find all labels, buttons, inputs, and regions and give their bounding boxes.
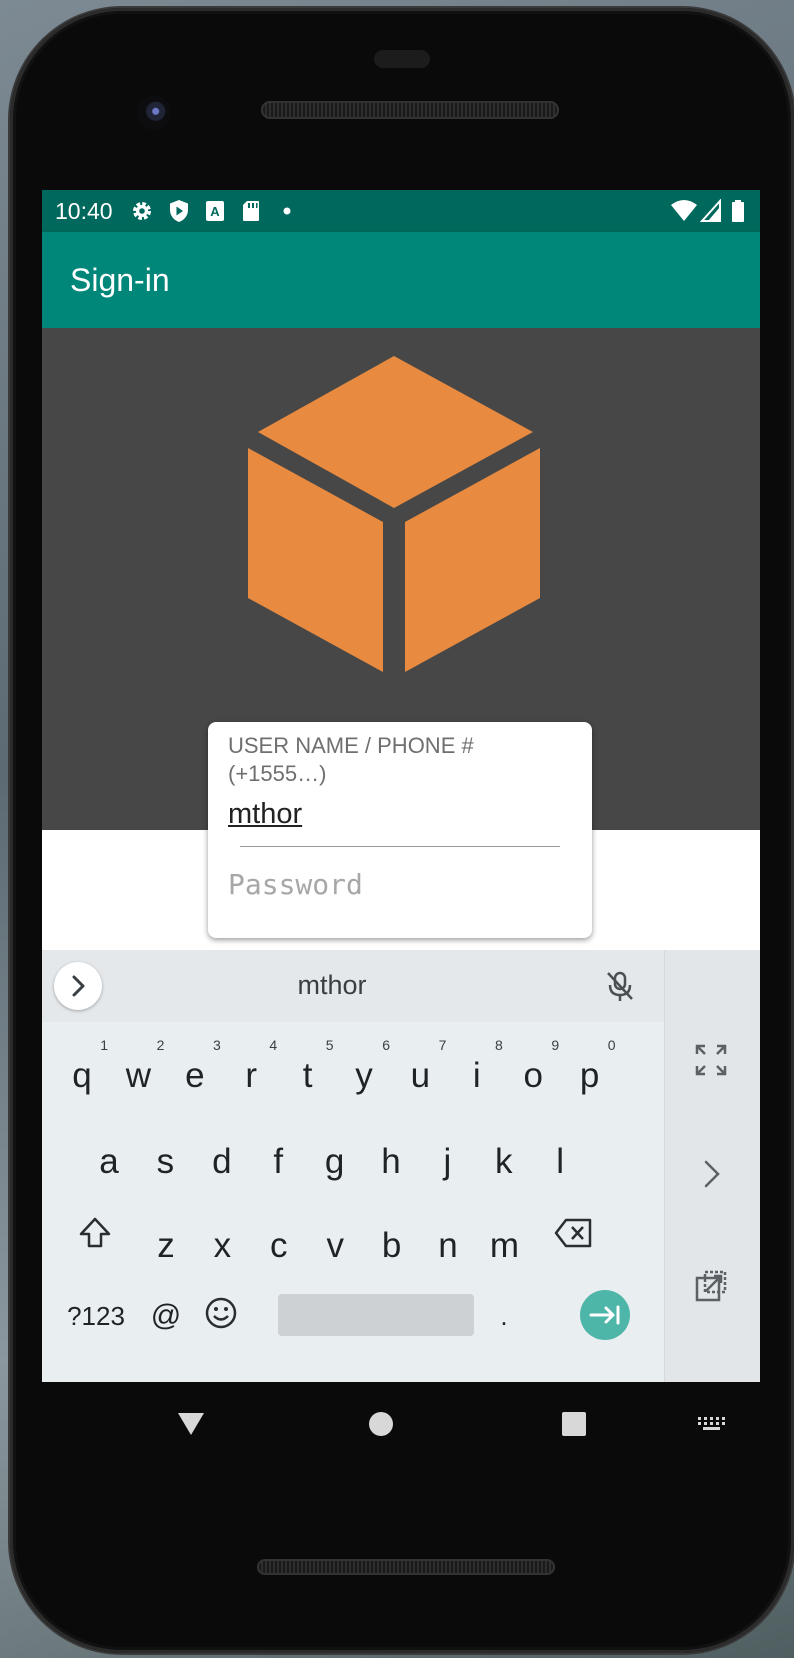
top-speaker-grille: [261, 101, 559, 119]
key-x[interactable]: x: [194, 1206, 250, 1286]
fullscreen-icon[interactable]: [693, 1042, 729, 1078]
front-camera: [137, 96, 171, 130]
login-card: USER NAME / PHONE # (+1555…) mthor: [208, 722, 592, 938]
key-number-hint: 4: [269, 1037, 278, 1053]
status-bar: 10:40 A: [42, 190, 760, 232]
wifi-icon: [671, 200, 697, 221]
key-letter: r: [245, 1056, 258, 1095]
svg-text:A: A: [210, 204, 220, 219]
key-d[interactable]: d: [194, 1122, 250, 1202]
key-number-hint: 3: [213, 1037, 221, 1053]
username-field[interactable]: mthor: [228, 798, 302, 831]
cellular-signal-icon: [700, 199, 721, 222]
key-letter: u: [410, 1056, 431, 1095]
bottom-speaker-grille: [257, 1559, 555, 1575]
key-z[interactable]: z: [138, 1206, 194, 1286]
screen: 10:40 A Sign-in USER NAME / PHONE # (+15…: [42, 190, 760, 1382]
key-letter: w: [125, 1056, 152, 1095]
recents-icon[interactable]: [561, 1411, 587, 1437]
password-field[interactable]: [228, 868, 558, 901]
undock-icon[interactable]: [693, 1268, 729, 1304]
key-p[interactable]: p0: [562, 1036, 618, 1116]
key-y[interactable]: y6: [336, 1036, 392, 1116]
key-j[interactable]: j: [419, 1122, 475, 1202]
navigation-bar: [42, 1382, 760, 1472]
at-key[interactable]: @: [138, 1276, 194, 1356]
key-i[interactable]: i8: [449, 1036, 505, 1116]
app-bar: Sign-in: [42, 232, 760, 328]
suggestion-strip: mthor: [42, 950, 664, 1022]
key-letter: y: [355, 1056, 373, 1095]
back-icon[interactable]: [176, 1410, 206, 1438]
suggestion-word[interactable]: mthor: [242, 970, 422, 1001]
key-l[interactable]: l: [532, 1122, 588, 1202]
sd-card-icon: [243, 201, 259, 221]
chevron-right-icon[interactable]: [693, 1156, 729, 1192]
key-letter: i: [472, 1056, 481, 1095]
text-format-icon: A: [206, 201, 224, 221]
backspace-key[interactable]: [554, 1216, 594, 1250]
space-bar[interactable]: [278, 1294, 474, 1336]
chevron-right-icon: [72, 975, 85, 997]
key-letter: o: [523, 1056, 543, 1095]
key-f[interactable]: f: [250, 1122, 306, 1202]
cube-logo-icon: [248, 356, 540, 672]
battery-icon: [732, 200, 744, 222]
mic-off-icon[interactable]: [602, 968, 638, 1004]
key-c[interactable]: c: [251, 1206, 307, 1286]
key-number-hint: 2: [156, 1037, 165, 1053]
key-letter: e: [185, 1056, 205, 1095]
shift-key[interactable]: [78, 1216, 112, 1250]
key-number-hint: 9: [551, 1037, 560, 1053]
shield-play-icon: [170, 200, 188, 222]
key-t[interactable]: t5: [280, 1036, 336, 1116]
key-r[interactable]: r4: [223, 1036, 279, 1116]
key-m[interactable]: m: [476, 1206, 532, 1286]
key-s[interactable]: s: [137, 1122, 193, 1202]
key-n[interactable]: n: [420, 1206, 476, 1286]
keyboard-side-panel: [664, 950, 760, 1382]
settings-icon: [133, 202, 151, 220]
key-number-hint: 8: [495, 1037, 503, 1053]
page-title: Sign-in: [70, 262, 170, 298]
key-k[interactable]: k: [476, 1122, 532, 1202]
status-time: 10:40: [55, 198, 113, 224]
key-v[interactable]: v: [307, 1206, 363, 1286]
key-e[interactable]: e3: [167, 1036, 223, 1116]
key-o[interactable]: o9: [505, 1036, 561, 1116]
home-icon[interactable]: [367, 1410, 395, 1438]
key-b[interactable]: b: [364, 1206, 420, 1286]
tab-next-icon: [589, 1305, 620, 1325]
key-q[interactable]: q1: [54, 1036, 110, 1116]
keyboard-switch-icon[interactable]: [697, 1416, 725, 1432]
key-number-hint: 0: [607, 1037, 616, 1053]
notification-dot-icon: [283, 207, 291, 215]
next-field-key[interactable]: [580, 1290, 630, 1340]
key-number-hint: 6: [382, 1037, 390, 1053]
username-label: USER NAME / PHONE # (+1555…): [228, 733, 474, 786]
period-key[interactable]: .: [476, 1276, 532, 1356]
key-g[interactable]: g: [307, 1122, 363, 1202]
key-number-hint: 7: [438, 1037, 447, 1053]
emoji-icon[interactable]: [204, 1296, 238, 1330]
key-letter: p: [579, 1056, 600, 1095]
key-letter: t: [302, 1056, 313, 1095]
soft-keyboard: mthor q1w2e3r4t5y6u7i8o9p0 asdfghjkl zxc…: [42, 950, 760, 1382]
key-a[interactable]: a: [81, 1122, 137, 1202]
field-divider: [240, 846, 560, 847]
key-u[interactable]: u7: [392, 1036, 448, 1116]
symbols-key[interactable]: ?123: [64, 1276, 128, 1356]
earpiece: [374, 50, 430, 68]
key-h[interactable]: h: [363, 1122, 419, 1202]
key-number-hint: 1: [100, 1037, 108, 1053]
key-number-hint: 5: [325, 1037, 334, 1053]
expand-toolbar-button[interactable]: [54, 962, 102, 1010]
key-letter: q: [72, 1056, 92, 1095]
key-w[interactable]: w2: [110, 1036, 166, 1116]
